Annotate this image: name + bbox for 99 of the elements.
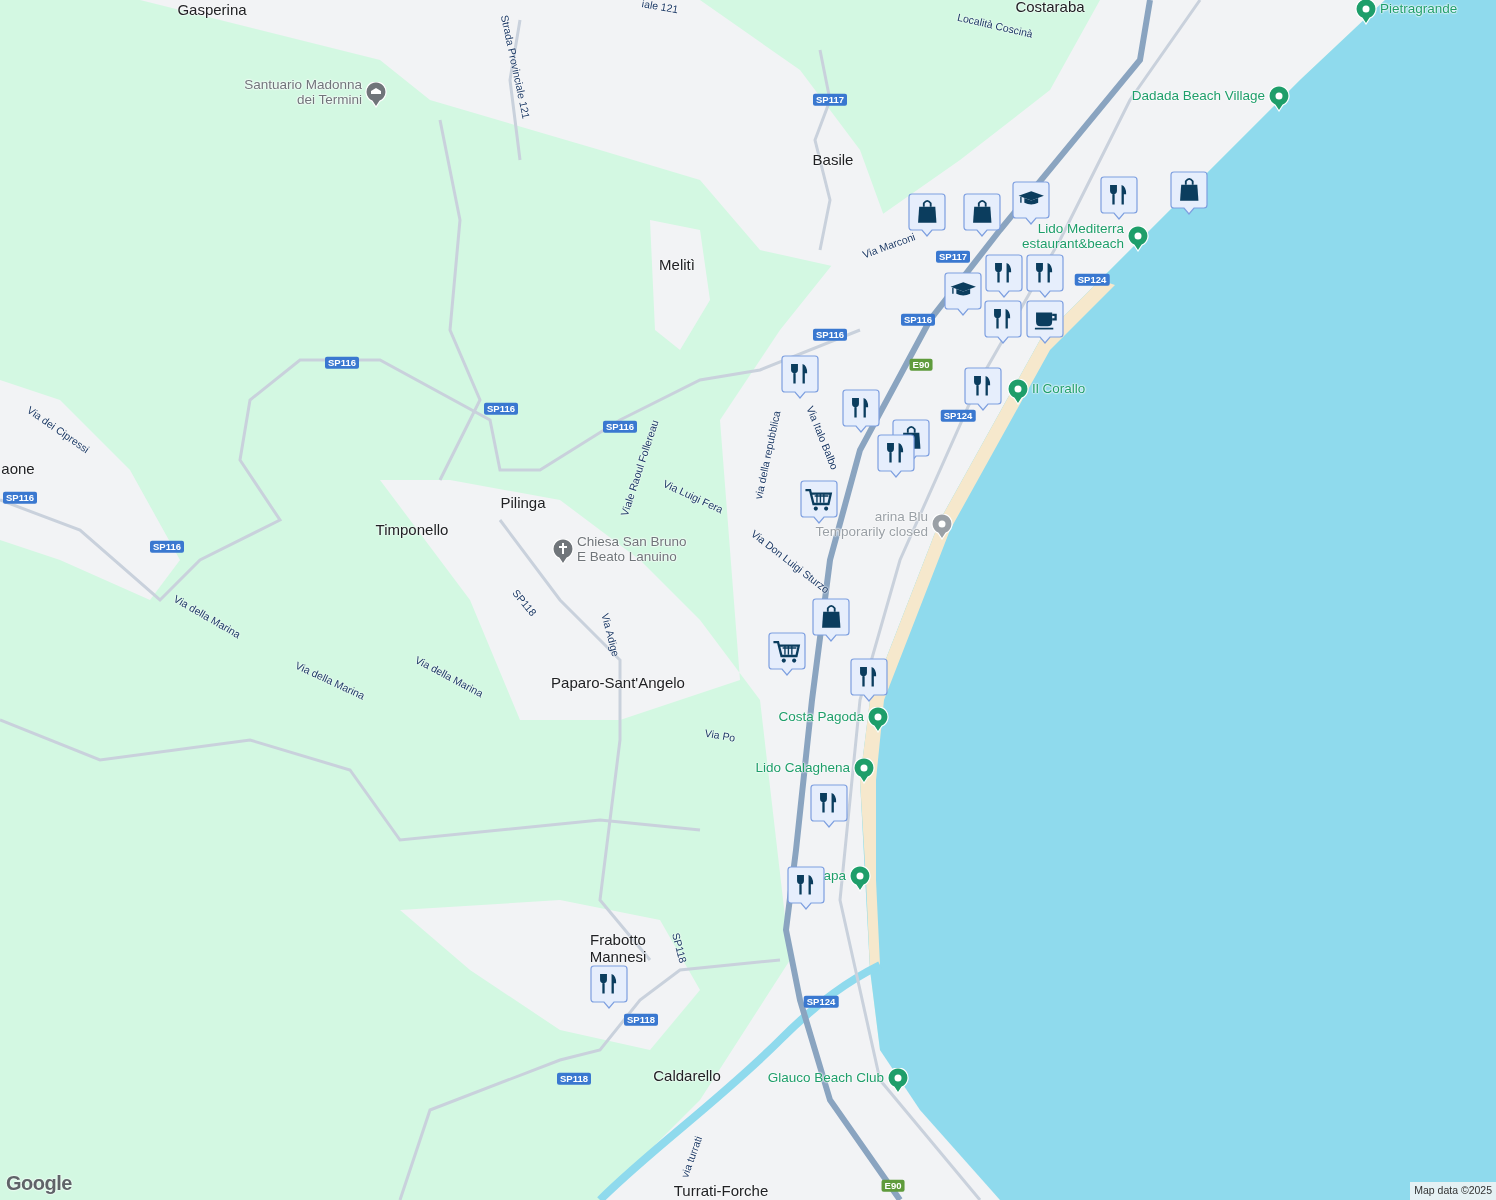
road-shield: SP116 bbox=[813, 328, 847, 342]
fork-knife-icon bbox=[791, 362, 808, 385]
place-name[interactable]: Lido Calaghena bbox=[755, 761, 850, 776]
shopping-cart-icon bbox=[805, 489, 833, 511]
map-marker[interactable] bbox=[1100, 176, 1138, 220]
map-marker[interactable] bbox=[812, 598, 850, 642]
map-marker[interactable] bbox=[1170, 171, 1208, 215]
map-marker[interactable] bbox=[800, 480, 838, 524]
road-shield: SP116 bbox=[3, 491, 37, 505]
road-shield: SP116 bbox=[325, 356, 359, 370]
road-shield: E90 bbox=[881, 1179, 905, 1193]
location-pin-icon[interactable] bbox=[1127, 226, 1149, 252]
street-label: Via Adige bbox=[598, 612, 622, 658]
fork-knife-icon bbox=[974, 374, 991, 397]
location-pin-icon[interactable] bbox=[849, 866, 871, 892]
fork-knife-icon bbox=[994, 307, 1011, 330]
place-name[interactable]: Santuario Madonna dei Termini bbox=[244, 78, 362, 108]
road-shield: SP118 bbox=[624, 1013, 658, 1027]
place-name[interactable]: Il Corallo bbox=[1032, 382, 1086, 397]
place-label: Timponello bbox=[375, 521, 449, 539]
place-name[interactable]: Glauco Beach Club bbox=[767, 1071, 884, 1086]
fork-knife-icon bbox=[1110, 183, 1127, 206]
road-shield: SP116 bbox=[484, 402, 518, 416]
map-marker[interactable] bbox=[944, 272, 982, 316]
map-marker[interactable] bbox=[590, 965, 628, 1009]
place-name[interactable]: Chiesa San Bruno E Beato Lanuino bbox=[577, 535, 687, 565]
location-pin-icon[interactable] bbox=[853, 758, 875, 784]
location-pin-icon[interactable] bbox=[931, 514, 953, 540]
place-label: Basile bbox=[812, 151, 854, 169]
place-label: Gasperina bbox=[177, 1, 247, 19]
place-label: Caldarello bbox=[653, 1067, 721, 1085]
road-shield: SP118 bbox=[557, 1072, 591, 1086]
fork-knife-icon bbox=[1036, 261, 1053, 284]
road-shield: SP116 bbox=[150, 540, 184, 554]
place-label: Pilinga bbox=[500, 494, 546, 512]
street-label: Via Luigi Fera bbox=[661, 478, 725, 516]
map-attribution: Map data ©2025 bbox=[1410, 1182, 1496, 1200]
cross-pin-icon[interactable] bbox=[552, 539, 574, 565]
fork-knife-icon bbox=[887, 441, 904, 464]
place-label: Paparo-Sant'Angelo bbox=[551, 674, 685, 692]
fork-knife-icon bbox=[600, 972, 617, 995]
coffee-cup-icon bbox=[1034, 312, 1057, 330]
map-marker[interactable] bbox=[787, 866, 825, 910]
street-label: via della repubblica bbox=[753, 409, 783, 501]
road-shield: SP117 bbox=[813, 93, 847, 107]
map-marker[interactable] bbox=[877, 434, 915, 478]
place-name[interactable]: Costa Pagoda bbox=[778, 710, 864, 725]
google-logo: Google bbox=[6, 1171, 72, 1196]
map-marker[interactable] bbox=[850, 658, 888, 702]
map-marker[interactable] bbox=[842, 389, 880, 433]
temple-pin-icon[interactable] bbox=[365, 82, 387, 108]
location-pin-icon[interactable] bbox=[1355, 0, 1377, 25]
fork-knife-icon bbox=[820, 791, 837, 814]
road-shield: SP124 bbox=[803, 995, 839, 1009]
place-name[interactable]: Dadada Beach Village bbox=[1131, 89, 1265, 104]
map-marker[interactable] bbox=[985, 254, 1023, 298]
graduation-cap-icon bbox=[950, 282, 976, 296]
place-label: Turrati-Forche bbox=[673, 1182, 769, 1200]
map-marker[interactable] bbox=[964, 367, 1002, 411]
place-name[interactable]: Lido Mediterra estaurant&beach bbox=[1021, 222, 1124, 252]
map-marker[interactable] bbox=[1012, 181, 1050, 225]
map-marker[interactable] bbox=[963, 193, 1001, 237]
shopping-bag-icon bbox=[973, 200, 992, 223]
shopping-bag-icon bbox=[822, 605, 841, 628]
fork-knife-icon bbox=[852, 396, 869, 419]
shopping-bag-icon bbox=[918, 200, 937, 223]
shopping-cart-icon bbox=[773, 641, 801, 663]
street-label: Via Italo Balbo bbox=[804, 404, 840, 472]
street-label: Strada Provinciale 121 bbox=[498, 14, 532, 120]
road-shield: SP124 bbox=[940, 409, 976, 423]
road-shield: E90 bbox=[909, 358, 933, 372]
place-name[interactable]: Pietragrande bbox=[1380, 2, 1458, 17]
fork-knife-icon bbox=[995, 261, 1012, 284]
map-marker[interactable] bbox=[984, 300, 1022, 344]
map-marker[interactable] bbox=[781, 355, 819, 399]
place-name[interactable]: apa bbox=[823, 869, 846, 884]
location-pin-icon[interactable] bbox=[867, 707, 889, 733]
map-marker[interactable] bbox=[768, 632, 806, 676]
street-label: SP118 bbox=[669, 931, 689, 965]
road-shield: SP116 bbox=[901, 313, 935, 327]
place-label: Melitì bbox=[659, 256, 695, 274]
street-label: via turrati bbox=[679, 1134, 705, 1180]
place-label: Frabotto Mannesi bbox=[588, 931, 648, 965]
map-marker[interactable] bbox=[810, 784, 848, 828]
fork-knife-icon bbox=[797, 873, 814, 896]
graduation-cap-icon bbox=[1018, 191, 1044, 205]
road-shield: SP124 bbox=[1074, 273, 1110, 287]
location-pin-icon[interactable] bbox=[887, 1068, 909, 1094]
fork-knife-icon bbox=[860, 665, 877, 688]
location-pin-icon[interactable] bbox=[1268, 86, 1290, 112]
map-marker[interactable] bbox=[1026, 254, 1064, 298]
location-pin-icon[interactable] bbox=[1007, 379, 1029, 405]
street-label: Via Po bbox=[703, 727, 737, 745]
road-shield: SP116 bbox=[603, 420, 637, 434]
road-shield: SP117 bbox=[936, 250, 970, 264]
map-marker[interactable] bbox=[1026, 300, 1064, 344]
shopping-bag-icon bbox=[1180, 178, 1199, 201]
place-label: aone bbox=[1, 460, 35, 478]
street-label: iale 121 bbox=[640, 0, 680, 16]
